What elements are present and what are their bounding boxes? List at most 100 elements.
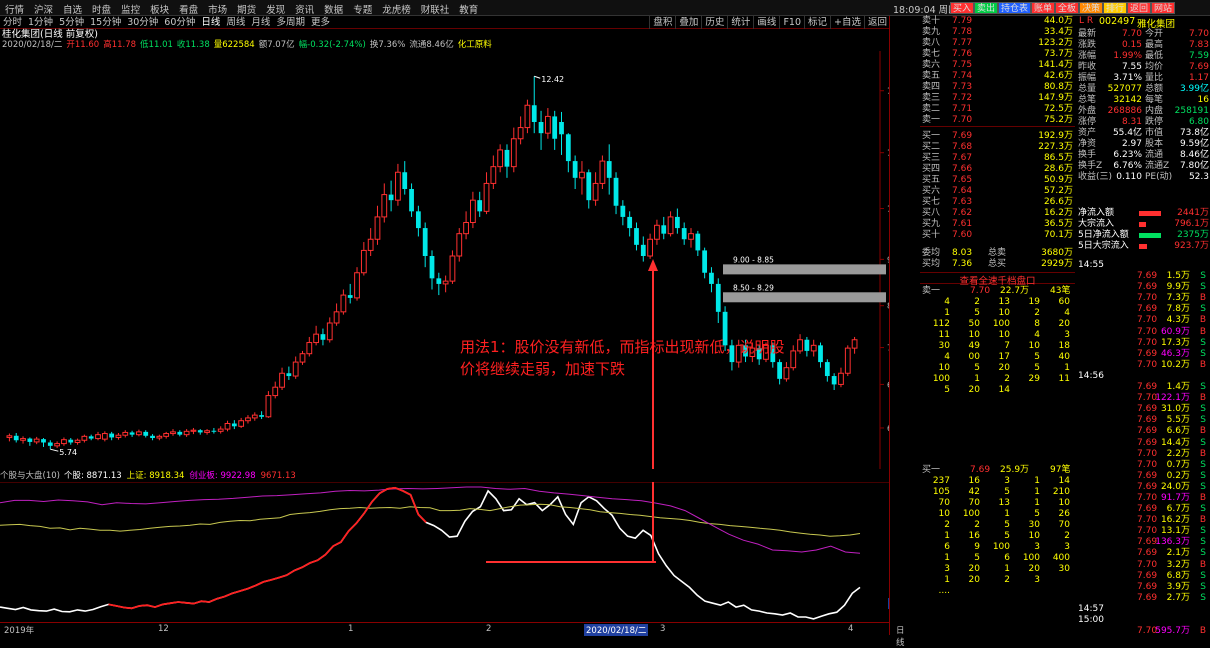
price-chart[interactable]: 12.1611.0510.059.148.317.566.906.1212.42… xyxy=(0,51,890,469)
menu-item[interactable]: 龙虎榜 xyxy=(377,0,416,16)
menu-item[interactable]: 行情 xyxy=(0,0,29,16)
period-tab[interactable]: 月线 xyxy=(248,16,273,29)
period-tab[interactable]: 5分钟 xyxy=(56,16,87,29)
period-tab[interactable]: 多周期 xyxy=(273,16,308,29)
period-tab[interactable]: 日线 xyxy=(198,16,223,29)
candle-body xyxy=(238,420,245,427)
queue-head-cell: 97笔 xyxy=(1050,465,1071,475)
quick-button[interactable]: 账单 xyxy=(1031,2,1056,14)
candle-body xyxy=(150,435,155,439)
clock: 18:09:04 周四 xyxy=(893,5,958,16)
quick-button[interactable]: 决策 xyxy=(1079,2,1104,14)
order-price: 7.64 xyxy=(952,186,973,196)
x-tick-label: 3 xyxy=(660,624,666,634)
indicator-chart[interactable]: 100009500900085008000750070008230.95 xyxy=(0,482,890,622)
order-row[interactable]: 卖六 7.75 141.4万 xyxy=(920,60,1075,71)
order-row[interactable]: 买六 7.64 57.2万 xyxy=(920,186,1075,197)
total-label: 总买 xyxy=(988,259,1007,269)
period-tab[interactable]: 更多 xyxy=(308,16,333,29)
queue-cell: 6 xyxy=(944,542,950,552)
quick-button[interactable]: 排行 xyxy=(1103,2,1128,14)
menu-item[interactable]: 数据 xyxy=(319,0,348,16)
quick-button[interactable]: 卖出 xyxy=(974,2,999,14)
order-row[interactable]: 卖八 7.77 123.2万 xyxy=(920,38,1075,49)
order-price: 7.67 xyxy=(952,153,973,163)
menu-item[interactable]: 教育 xyxy=(454,0,483,16)
order-row[interactable]: 卖五 7.74 42.6万 xyxy=(920,71,1075,82)
order-volume: 28.6万 xyxy=(1043,164,1073,174)
order-row[interactable]: 卖一 7.70 75.2万 xyxy=(920,115,1075,126)
order-row[interactable]: 卖四 7.73 80.8万 xyxy=(920,82,1075,93)
toolbar-button[interactable]: 叠加 xyxy=(675,16,701,29)
queue-cell: 100 xyxy=(962,509,980,519)
candle-body xyxy=(647,238,653,257)
menu-item[interactable]: 发现 xyxy=(261,0,290,16)
menu-item[interactable]: 财联社 xyxy=(416,0,455,16)
menu-item[interactable]: 沪深 xyxy=(29,0,58,16)
order-row[interactable]: 买十 7.60 70.1万 xyxy=(920,230,1075,241)
quick-button[interactable]: 全板 xyxy=(1055,2,1080,14)
stock-name[interactable]: 雅化集团 xyxy=(1137,16,1175,30)
flow-bar xyxy=(1139,233,1161,238)
toolbar-button[interactable]: 画线 xyxy=(753,16,779,29)
tick-list[interactable]: 14:55 7.69 1.5万 S 7.69 9.9万 S 7.70 7.3万 B 7.69 7.8万… xyxy=(1077,260,1210,637)
toolbar-button[interactable]: F10 xyxy=(779,16,804,29)
order-level: 卖十 xyxy=(922,16,941,26)
candle-body xyxy=(88,436,94,439)
candle-body xyxy=(211,430,217,432)
order-row[interactable]: 卖九 7.78 33.4万 xyxy=(920,27,1075,38)
menu-item[interactable]: 资讯 xyxy=(290,0,319,16)
period-tab[interactable]: 分时 xyxy=(0,16,25,29)
queue-cell: 2 xyxy=(974,520,980,530)
menu-item[interactable]: 监控 xyxy=(116,0,145,16)
tick-volume: 1.4万 xyxy=(1166,382,1190,393)
period-tab[interactable]: 15分钟 xyxy=(87,16,124,29)
period-tab[interactable]: 周线 xyxy=(223,16,248,29)
toolbar-button[interactable]: 历史 xyxy=(701,16,727,29)
order-price: 7.70 xyxy=(952,115,973,125)
candle-body xyxy=(436,278,442,284)
order-row[interactable]: 买三 7.67 86.5万 xyxy=(920,153,1075,164)
tick-row: 7.69 9.9万 S xyxy=(1077,282,1210,293)
toolbar-button[interactable]: 统计 xyxy=(727,16,753,29)
queue-cell: 1 xyxy=(944,553,950,563)
toolbar-button[interactable]: +自选 xyxy=(830,16,864,29)
menu-item[interactable]: 看盘 xyxy=(174,0,203,16)
menu-item[interactable]: 市场 xyxy=(203,0,232,16)
quick-button[interactable]: 持仓表 xyxy=(998,2,1032,14)
period-tab[interactable]: 30分钟 xyxy=(124,16,161,29)
period-tab[interactable]: 1分钟 xyxy=(25,16,56,29)
order-row[interactable]: 买九 7.61 36.5万 xyxy=(920,219,1075,230)
period-tab[interactable]: 60分钟 xyxy=(161,16,198,29)
zone-label: 8.50 - 8.29 xyxy=(733,283,774,292)
order-row[interactable]: 卖七 7.76 73.7万 xyxy=(920,49,1075,60)
quick-button[interactable]: 网站 xyxy=(1151,2,1176,14)
quick-button[interactable]: 买入 xyxy=(950,2,975,14)
quick-button[interactable]: 返回 xyxy=(1127,2,1152,14)
queue-row: 1 16 5 10 2 xyxy=(920,531,1075,542)
order-row[interactable]: 买八 7.62 16.2万 xyxy=(920,208,1075,219)
order-row[interactable]: 卖十 7.79 44.0万 xyxy=(920,16,1075,27)
candle-body xyxy=(851,339,858,349)
menu-item[interactable]: 时盘 xyxy=(87,0,116,16)
order-row[interactable]: 买四 7.66 28.6万 xyxy=(920,164,1075,175)
menu-item[interactable]: 板块 xyxy=(145,0,174,16)
menu-item[interactable]: 期货 xyxy=(232,0,261,16)
candle-body xyxy=(844,347,851,374)
order-row[interactable]: 卖三 7.72 147.9万 xyxy=(920,93,1075,104)
toolbar-button[interactable]: 标记 xyxy=(804,16,830,29)
stat-label: 流通 xyxy=(1145,150,1164,160)
order-row[interactable]: 买五 7.65 50.9万 xyxy=(920,175,1075,186)
order-row[interactable]: 买七 7.63 26.6万 xyxy=(920,197,1075,208)
full-depth-link[interactable]: 查看全速千档盘口 xyxy=(920,272,1075,287)
order-row[interactable]: 买一 7.69 192.9万 xyxy=(920,131,1075,142)
toolbar-button[interactable]: 盘积 xyxy=(649,16,675,29)
menu-item[interactable]: 专题 xyxy=(348,0,377,16)
tick-time-row: 14:57 xyxy=(1077,604,1210,615)
order-row[interactable]: 买二 7.68 227.3万 xyxy=(920,142,1075,153)
order-level: 买九 xyxy=(922,219,941,229)
toolbar-button[interactable]: 返回 xyxy=(863,16,890,29)
order-row[interactable]: 卖二 7.71 72.5万 xyxy=(920,104,1075,115)
tick-volume: 0.7万 xyxy=(1166,459,1190,470)
menu-item[interactable]: 自选 xyxy=(58,0,87,16)
